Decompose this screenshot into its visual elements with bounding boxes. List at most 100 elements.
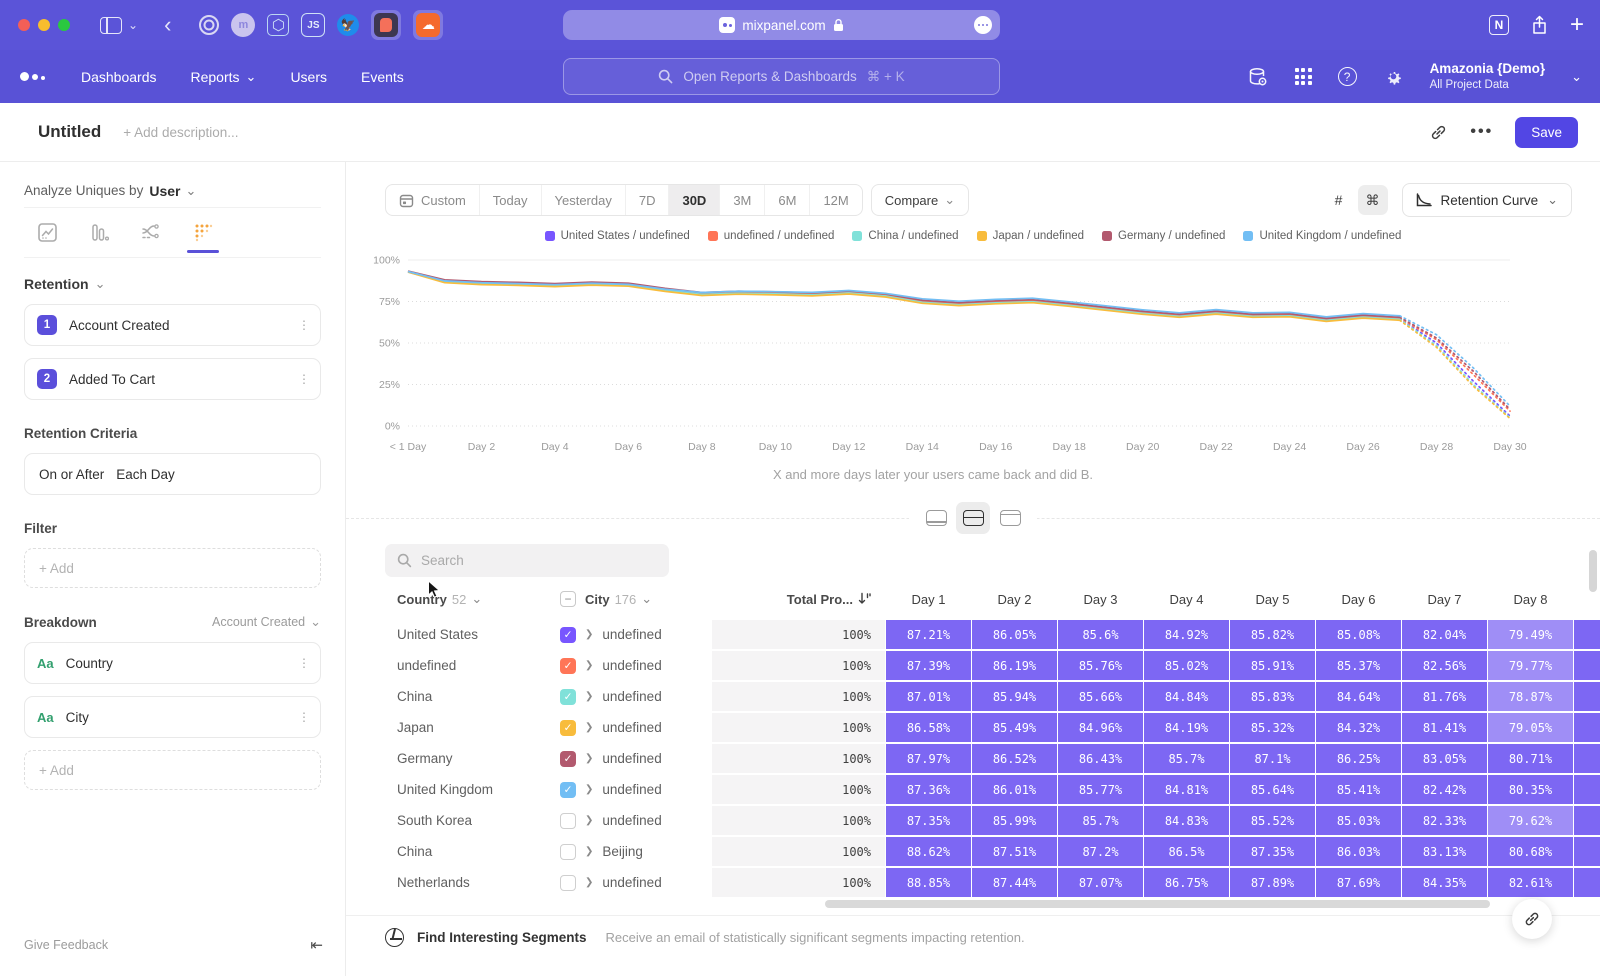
retention-value-cell[interactable]: 87.2%: [1058, 837, 1143, 866]
retention-value-cell[interactable]: 78.87%: [1488, 682, 1573, 711]
kebab-menu-icon[interactable]: ⋮: [298, 377, 308, 381]
country-column-header[interactable]: Country 52⌄: [385, 585, 559, 613]
chevron-down-icon[interactable]: ⌄: [128, 18, 138, 32]
row-checkbox[interactable]: [560, 844, 576, 860]
filter-add-button[interactable]: + Add: [24, 548, 321, 588]
m-avatar-icon[interactable]: m: [231, 13, 255, 37]
retention-value-cell[interactable]: 79.49%: [1488, 620, 1573, 649]
range-6m[interactable]: 6M: [765, 185, 810, 215]
day-column-header[interactable]: Day 1: [886, 585, 971, 613]
table-row[interactable]: Germany✓❯undefined100%87.97%86.52%86.43%…: [385, 744, 1600, 773]
select-all-checkbox[interactable]: −: [560, 591, 576, 607]
layout-table-focus-button[interactable]: [993, 502, 1027, 534]
nav-events[interactable]: Events: [361, 69, 404, 85]
find-segments-title[interactable]: Find Interesting Segments: [417, 930, 587, 945]
retention-value-cell[interactable]: 85.99%: [972, 806, 1057, 835]
tab-retention[interactable]: [190, 213, 216, 253]
retention-value-cell[interactable]: 85.49%: [972, 713, 1057, 742]
day-column-header[interactable]: Day 3: [1058, 585, 1143, 613]
retention-value-cell[interactable]: 80.68%: [1488, 837, 1573, 866]
expand-row-icon[interactable]: ❯: [585, 722, 593, 733]
table-row[interactable]: China✓❯undefined100%87.01%85.94%85.66%84…: [385, 682, 1600, 711]
retention-value-cell[interactable]: 83.05%: [1402, 744, 1487, 773]
breakdown-property[interactable]: City: [66, 710, 89, 725]
table-row[interactable]: Netherlands❯undefined100%88.85%87.44%87.…: [385, 868, 1600, 897]
retention-value-cell[interactable]: 79.05%: [1488, 713, 1573, 742]
legend-item[interactable]: United Kingdom / undefined: [1243, 230, 1401, 242]
breakdown-add-button[interactable]: + Add: [24, 750, 321, 790]
retention-value-cell[interactable]: 86.52%: [972, 744, 1057, 773]
table-row[interactable]: Japan✓❯undefined100%86.58%85.49%84.96%84…: [385, 713, 1600, 742]
retention-value-cell[interactable]: 85.76%: [1058, 651, 1143, 680]
retention-value-cell[interactable]: 85.02%: [1144, 651, 1229, 680]
retention-value-cell[interactable]: 79.62%: [1488, 806, 1573, 835]
day-column-header[interactable]: Day 6: [1316, 585, 1401, 613]
global-search[interactable]: Open Reports & Dashboards ⌘ + K: [563, 58, 1000, 95]
retention-value-cell[interactable]: 86.75%: [1144, 868, 1229, 897]
retention-value-cell[interactable]: 82.42%: [1402, 775, 1487, 804]
retention-value-cell[interactable]: 80.35%: [1488, 775, 1573, 804]
minimize-window-icon[interactable]: [38, 19, 50, 31]
analyze-row[interactable]: Analyze Uniques by User ⌄: [24, 162, 321, 208]
notion-icon[interactable]: N: [1489, 15, 1509, 35]
mixpanel-logo[interactable]: [20, 72, 45, 81]
expand-row-icon[interactable]: ❯: [585, 629, 593, 640]
retention-value-cell[interactable]: 85.77%: [1058, 775, 1143, 804]
vertical-scrollbar[interactable]: [1589, 550, 1597, 592]
retention-value-cell[interactable]: 86.19%: [972, 651, 1057, 680]
table-row[interactable]: United Kingdom✓❯undefined100%87.36%86.01…: [385, 775, 1600, 804]
expand-row-icon[interactable]: ❯: [585, 691, 593, 702]
tab-funnels[interactable]: [86, 213, 112, 253]
back-icon[interactable]: ‹: [164, 14, 171, 36]
step-event-name[interactable]: Added To Cart: [69, 372, 155, 387]
retention-value-cell[interactable]: 87.35%: [1230, 837, 1315, 866]
js-icon[interactable]: JS: [301, 13, 325, 37]
close-window-icon[interactable]: [18, 19, 30, 31]
range-7d[interactable]: 7D: [626, 185, 670, 215]
total-column-header[interactable]: Total Pro...: [712, 585, 885, 613]
collapse-sidebar-icon[interactable]: ⇤: [310, 936, 323, 954]
row-checkbox[interactable]: [560, 875, 576, 891]
row-checkbox[interactable]: ✓: [560, 782, 576, 798]
retention-value-cell[interactable]: 87.51%: [972, 837, 1057, 866]
table-search-input[interactable]: Search: [385, 544, 669, 577]
retention-value-cell[interactable]: 87.21%: [886, 620, 971, 649]
expand-row-icon[interactable]: ❯: [585, 877, 593, 888]
day-column-header[interactable]: Day 2: [972, 585, 1057, 613]
retention-value-cell[interactable]: 85.41%: [1316, 775, 1401, 804]
retention-value-cell[interactable]: 87.07%: [1058, 868, 1143, 897]
retention-value-cell[interactable]: 85.64%: [1230, 775, 1315, 804]
add-description[interactable]: + Add description...: [123, 125, 238, 140]
step-card-1[interactable]: 1 Account Created ⋮: [24, 304, 321, 346]
day-column-header[interactable]: Day 8: [1488, 585, 1573, 613]
expand-row-icon[interactable]: ❯: [585, 815, 593, 826]
address-bar[interactable]: mixpanel.com: [563, 10, 1000, 40]
table-row[interactable]: United States✓❯undefined100%87.21%86.05%…: [385, 620, 1600, 649]
compare-button[interactable]: Compare⌄: [871, 184, 969, 216]
retention-value-cell[interactable]: 85.7%: [1058, 806, 1143, 835]
data-management-icon[interactable]: [1247, 66, 1269, 88]
expand-row-icon[interactable]: ❯: [585, 784, 593, 795]
retention-value-cell[interactable]: 82.04%: [1402, 620, 1487, 649]
layout-chart-focus-button[interactable]: [919, 502, 953, 534]
row-checkbox[interactable]: ✓: [560, 751, 576, 767]
retention-value-cell[interactable]: 84.35%: [1402, 868, 1487, 897]
kebab-menu-icon[interactable]: ⋮: [298, 715, 308, 719]
share-icon[interactable]: [1531, 15, 1548, 35]
retention-value-cell[interactable]: 81.41%: [1402, 713, 1487, 742]
breakdown-scope-selector[interactable]: Account Created⌄: [212, 614, 321, 630]
retention-value-cell[interactable]: 86.58%: [886, 713, 971, 742]
retention-value-cell[interactable]: 85.03%: [1316, 806, 1401, 835]
retention-value-cell[interactable]: 85.52%: [1230, 806, 1315, 835]
retention-value-cell[interactable]: 85.94%: [972, 682, 1057, 711]
kebab-menu-icon[interactable]: ⋮: [298, 323, 308, 327]
share-link-fab[interactable]: [1512, 899, 1552, 939]
grid-toggle-button[interactable]: #: [1324, 185, 1354, 215]
range-today[interactable]: Today: [480, 185, 542, 215]
retention-value-cell[interactable]: 84.84%: [1144, 682, 1229, 711]
active-tab-soundcloud[interactable]: ☁: [413, 10, 443, 40]
day-column-header[interactable]: Day 4: [1144, 585, 1229, 613]
give-feedback-link[interactable]: Give Feedback: [24, 938, 108, 952]
row-checkbox[interactable]: ✓: [560, 658, 576, 674]
retention-value-cell[interactable]: 84.19%: [1144, 713, 1229, 742]
